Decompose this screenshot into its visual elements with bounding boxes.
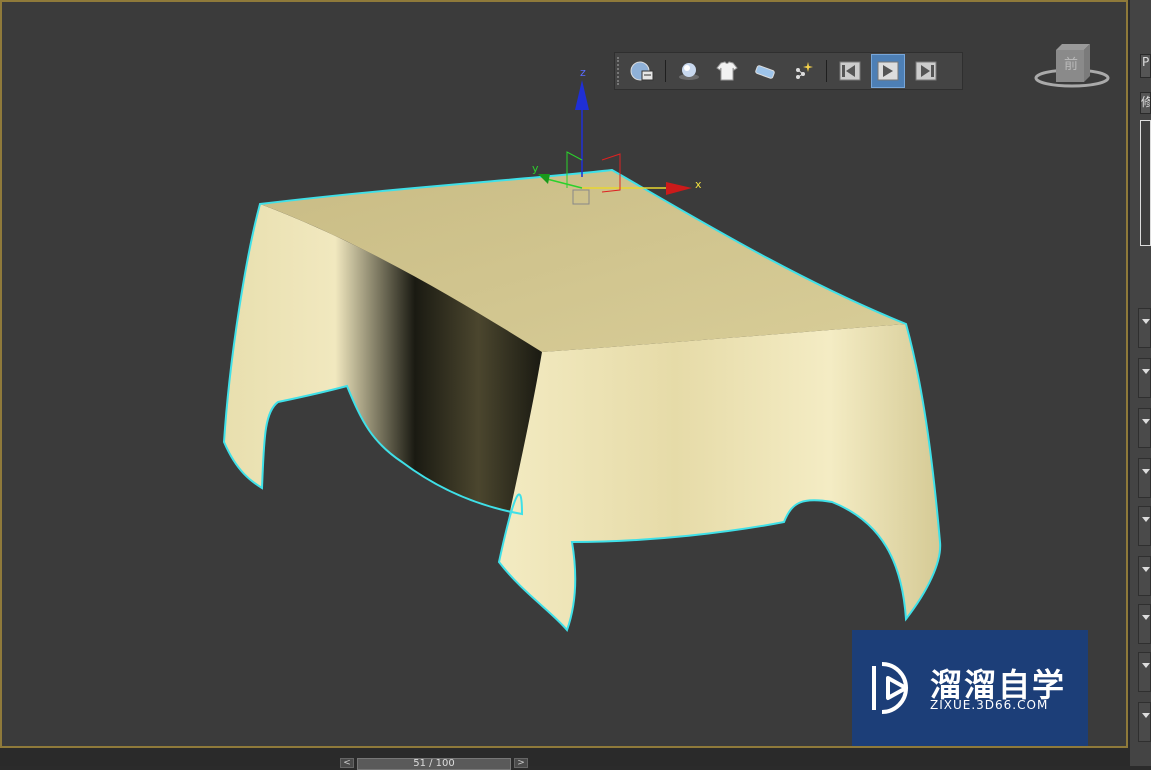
rollout-2[interactable] (1138, 358, 1151, 398)
prev-frame-icon[interactable] (833, 54, 867, 88)
gizmo-y-label: y (532, 162, 539, 175)
watermark: 溜溜自学 ZIXUE.3D66.COM (852, 630, 1088, 746)
play-forward-icon[interactable] (871, 54, 905, 88)
rollout-6[interactable] (1138, 556, 1151, 596)
viewcube[interactable]: 前 (1032, 40, 1112, 96)
rollout-5[interactable] (1138, 506, 1151, 546)
time-slider[interactable]: 51 / 100 (357, 758, 511, 770)
gizmo-z-label: z (580, 66, 586, 79)
garment-shirt-icon[interactable] (710, 54, 744, 88)
rollout-9[interactable] (1138, 702, 1151, 742)
rollout-3[interactable] (1138, 408, 1151, 448)
toolbar-separator (826, 60, 827, 82)
next-frame-icon[interactable] (909, 54, 943, 88)
timeline-prev-button[interactable]: < (340, 758, 354, 768)
particles-icon[interactable] (786, 54, 820, 88)
timeline: < 51 / 100 > (0, 750, 1130, 770)
rollout-8[interactable] (1138, 652, 1151, 692)
watermark-logo-icon (872, 662, 908, 714)
eraser-icon[interactable] (748, 54, 782, 88)
modifier-stack-list[interactable] (1140, 120, 1151, 246)
toolbar-separator (665, 60, 666, 82)
watermark-url: ZIXUE.3D66.COM (930, 698, 1049, 712)
rollout-1[interactable] (1138, 308, 1151, 348)
cloth-toolbar (614, 52, 963, 90)
command-panel-tab-p[interactable]: P (1140, 54, 1151, 78)
rollout-4[interactable] (1138, 458, 1151, 498)
cloth-front-drape (499, 324, 941, 630)
material-sphere-icon[interactable] (672, 54, 706, 88)
command-panel: P 修 (1130, 0, 1151, 766)
simulation-local-icon[interactable] (625, 54, 659, 88)
viewcube-face-label: 前 (1064, 57, 1078, 73)
rollout-7[interactable] (1138, 604, 1151, 644)
gizmo-x-label: x (695, 178, 702, 191)
timeline-next-button[interactable]: > (514, 758, 528, 768)
toolbar-grip[interactable] (617, 57, 623, 85)
command-panel-tab-modify[interactable]: 修 (1140, 92, 1151, 114)
